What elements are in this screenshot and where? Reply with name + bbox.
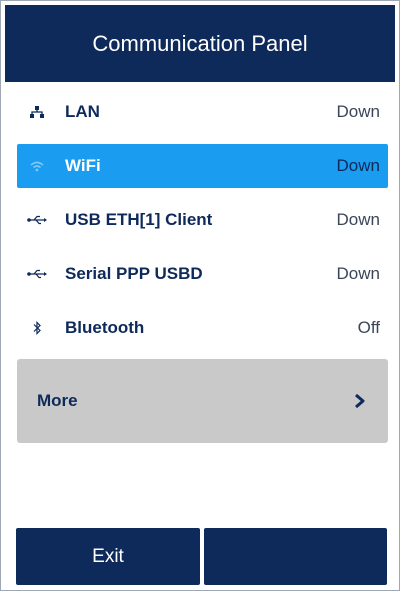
usb-icon — [27, 269, 47, 279]
interface-label: Serial PPP USBD — [65, 264, 203, 283]
interface-label: USB ETH[1] Client — [65, 210, 213, 229]
wifi-icon — [27, 161, 47, 172]
interface-label: Bluetooth — [65, 318, 145, 337]
device-screen: Communication Panel LAN Down WiFi Down U… — [0, 0, 400, 591]
chevron-right-icon — [354, 393, 366, 409]
usb-icon — [27, 215, 47, 225]
exit-button[interactable]: Exit — [16, 528, 200, 585]
page-title: Communication Panel — [92, 30, 308, 56]
interface-label: LAN — [65, 102, 100, 121]
interface-status: Down — [336, 264, 380, 283]
interface-label: WiFi — [65, 156, 101, 175]
bluetooth-icon — [27, 321, 47, 335]
more-button[interactable]: More — [17, 359, 388, 443]
network-icon — [27, 106, 47, 118]
secondary-button[interactable] — [204, 528, 387, 585]
interface-row-usb-eth[interactable]: USB ETH[1] Client Down — [17, 198, 388, 242]
interface-status: Down — [336, 102, 380, 121]
interface-status: Down — [336, 156, 380, 175]
panel-header: Communication Panel — [5, 5, 395, 82]
interface-row-wifi[interactable]: WiFi Down — [17, 144, 388, 188]
interface-row-serial-ppp[interactable]: Serial PPP USBD Down — [17, 252, 388, 296]
interface-status: Off — [357, 318, 380, 337]
interface-status: Down — [336, 210, 380, 229]
more-label: More — [37, 391, 78, 410]
exit-label: Exit — [92, 545, 124, 567]
interface-row-bluetooth[interactable]: Bluetooth Off — [17, 306, 388, 350]
interface-row-lan[interactable]: LAN Down — [17, 90, 388, 134]
